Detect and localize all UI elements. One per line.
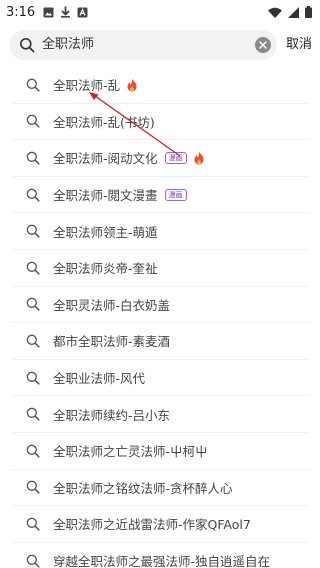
suggestion-text: 全职法师-乱(书坊) [53, 114, 155, 130]
search-icon [26, 407, 40, 421]
suggestion-text: 全职法师续约-吕小东 [53, 407, 171, 423]
suggestion-text: 穿越全职法师之最强法师-独自逍遥自在 [53, 554, 271, 568]
search-icon [26, 78, 40, 92]
close-icon [259, 41, 267, 49]
suggestion-text: 全职法师之亡灵法师-屮柯屮 [53, 444, 208, 460]
image-icon [43, 7, 54, 17]
suggestion-item[interactable]: 全职法师炎帝-奎祉 [12, 250, 310, 287]
suggestion-item[interactable]: 全职法师之亡灵法师-屮柯屮 [12, 433, 310, 470]
suggestion-text: 全职灵法师-白衣奶盖 [53, 297, 171, 313]
search-icon [26, 115, 40, 128]
cancel-button[interactable]: 取消 [286, 35, 312, 55]
search-input[interactable]: 全职法师 [42, 37, 94, 53]
suggestion-item[interactable]: 全职法师-阅动文化 漫画 [12, 140, 310, 177]
suggestion-text: 都市全职法师-素麦酒 [53, 334, 171, 350]
search-icon [26, 517, 40, 531]
status-time: 3:16 [6, 4, 36, 20]
suggestion-item[interactable]: 穿越全职法师之最强法师-独自逍遥自在 [12, 543, 310, 568]
search-icon [26, 261, 40, 275]
status-bar: 3:16 [0, 0, 320, 24]
suggestion-item[interactable]: 都市全职法师-素麦酒 [12, 323, 310, 360]
suggestion-text: 全职法师炎帝-奎祉 [53, 261, 158, 277]
battery-icon [305, 6, 312, 18]
status-right-icons [268, 6, 312, 18]
suggestion-item[interactable]: 全职法师续约-吕小东 [12, 396, 310, 433]
a-letter-icon [77, 7, 88, 17]
suggestion-text: 全职法师领主-萌遁 [53, 224, 158, 240]
search-icon [26, 298, 40, 311]
suggestion-text: 全职法师-閲文漫畫 [53, 188, 158, 204]
fire-icon [127, 78, 137, 92]
suggestion-item[interactable]: 全职法师-乱 [12, 67, 310, 104]
download-icon [61, 6, 71, 18]
suggestion-text: 全职业法师-风代 [53, 371, 146, 387]
search-box[interactable]: 全职法师 [9, 30, 277, 60]
status-left-icons [43, 6, 88, 18]
suggestion-item[interactable]: 全职法师之近战雷法师-作家QFAol7 [12, 506, 310, 543]
suggestion-list: 全职法师-乱 全职法师-乱(书坊) 全职法师-阅动文化 漫画 全职法师-閲文漫畫 漫画 全职… [12, 67, 310, 568]
suggestion-item[interactable]: 全职法师-乱(书坊) [12, 104, 310, 141]
suggestion-item[interactable]: 全职法师之铭纹法师-贪杯醉人心 [12, 470, 310, 507]
suggestion-text: 全职法师-阅动文化 [53, 151, 158, 167]
search-icon [26, 554, 40, 568]
search-icon [26, 224, 40, 238]
suggestion-text: 全职法师之铭纹法师-贪杯醉人心 [53, 480, 233, 496]
manga-badge: 漫画 [164, 188, 187, 201]
suggestion-text: 全职法师-乱 [53, 78, 121, 94]
fire-icon [194, 151, 204, 165]
suggestion-item[interactable]: 全职业法师-风代 [12, 360, 310, 397]
search-icon [26, 188, 40, 202]
search-icon [26, 444, 40, 458]
manga-badge: 漫画 [164, 151, 187, 164]
search-icon [26, 480, 40, 494]
search-icon [26, 334, 40, 348]
search-icon [20, 38, 35, 53]
suggestion-text: 全职法师之近战雷法师-作家QFAol7 [53, 517, 251, 533]
suggestion-item[interactable]: 全职法师-閲文漫畫 漫画 [12, 177, 310, 214]
clear-search-button[interactable] [255, 37, 271, 53]
search-icon [26, 371, 40, 385]
suggestion-item[interactable]: 全职法师领主-萌遁 [12, 213, 310, 250]
suggestion-item[interactable]: 全职灵法师-白衣奶盖 [12, 287, 310, 324]
search-row: 全职法师 取消 [0, 30, 320, 60]
signal-icon [288, 6, 299, 18]
search-icon [26, 151, 40, 165]
wifi-icon [268, 7, 282, 18]
